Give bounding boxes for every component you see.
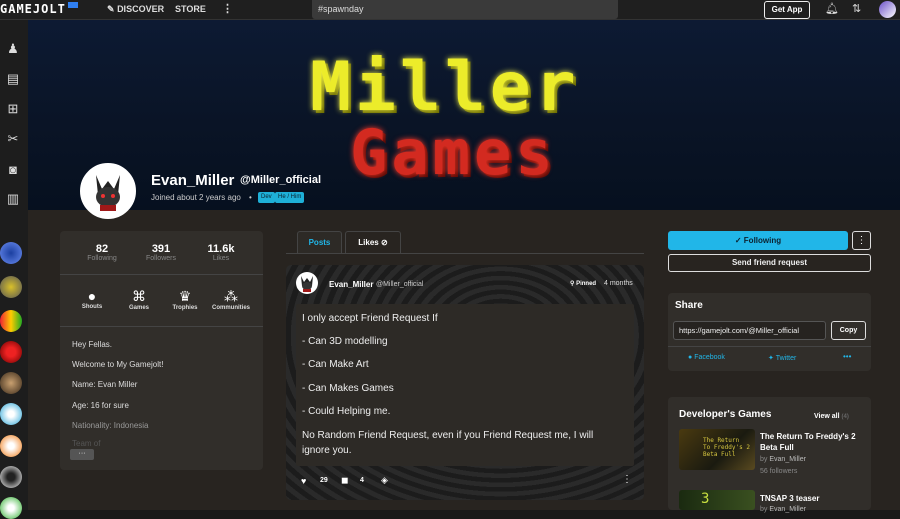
community-avatar[interactable] xyxy=(0,466,22,488)
post-line: - Can 3D modelling xyxy=(302,336,388,347)
profile-more-button[interactable]: ⋮ xyxy=(852,231,871,250)
pin-icon: ⚲ xyxy=(570,281,575,287)
joined-date: Joined about 2 years ago xyxy=(151,193,241,202)
bio-line: Name: Evan Miller xyxy=(72,380,138,389)
divider xyxy=(60,274,263,275)
profile-info-card xyxy=(60,231,263,470)
post-line: - Can Makes Games xyxy=(302,383,394,394)
stat-likes[interactable]: 11.6k Likes xyxy=(195,243,247,262)
trophy-icon: ♛ xyxy=(178,288,192,304)
profile-handle: @Miller_official xyxy=(240,174,322,186)
get-app-button[interactable]: Get App xyxy=(764,1,810,19)
gamejolt-logo[interactable]: GAMEJOLT xyxy=(0,2,78,16)
user-icon[interactable]: ♟ xyxy=(2,38,24,60)
bell-icon[interactable]: 🔔︎ xyxy=(825,2,839,15)
post-line: - Could Helping me. xyxy=(302,406,391,417)
tab-posts[interactable]: Posts xyxy=(297,231,342,253)
tab-likes[interactable]: Likes ⊘ xyxy=(345,231,401,253)
discover-icon: ✎ xyxy=(107,4,115,14)
share-more-icon[interactable]: ••• xyxy=(843,352,851,361)
twitter-share[interactable]: ✦ Twitter xyxy=(768,354,796,362)
post-line: - Can Make Art xyxy=(302,359,369,370)
user-avatar[interactable] xyxy=(879,1,896,18)
top-bar: GAMEJOLT ✎ DISCOVER STORE ⋮ #spawnday Ge… xyxy=(0,0,900,20)
facebook-icon: ● xyxy=(688,354,693,361)
post-line: No Random Friend Request, even if you Fr… xyxy=(302,430,594,441)
gift-icon[interactable]: ⊞ xyxy=(2,98,24,120)
share-title: Share xyxy=(675,300,703,311)
post-author[interactable]: Evan_Miller xyxy=(329,280,373,289)
sidebar: ♟ ▤ ⊞ ✂ ◙ ▥ xyxy=(0,20,28,519)
search-input[interactable]: #spawnday xyxy=(312,0,618,19)
community-avatar[interactable] xyxy=(0,403,22,425)
banner-title-games: Games xyxy=(350,116,557,189)
post-time: 4 months xyxy=(604,280,633,287)
post-author-avatar[interactable] xyxy=(296,272,318,294)
send-friend-request-button[interactable]: Send friend request xyxy=(668,254,871,272)
post-line: I only accept Friend Request If xyxy=(302,313,438,324)
chat-bubble-icon: ● xyxy=(87,288,97,304)
like-count: 29 xyxy=(320,477,328,484)
sticker-icon[interactable]: ◈ xyxy=(381,475,388,486)
bio-line: Welcome to My Gamejolt! xyxy=(72,360,164,369)
tools-icon[interactable]: ✂ xyxy=(2,128,24,150)
gamepad-icon: ⌘ xyxy=(132,288,146,304)
game-title[interactable]: TNSAP 3 teaser xyxy=(760,494,819,503)
share-url-input[interactable]: https://gamejolt.com/@Miller_official xyxy=(673,321,826,340)
pronoun-tag: He / Him xyxy=(275,192,305,203)
game-thumbnail[interactable]: The Return To Freddy's 2 Beta Full xyxy=(679,429,755,470)
community-avatar[interactable] xyxy=(0,497,22,519)
community-avatar[interactable] xyxy=(0,242,22,264)
community-avatar[interactable] xyxy=(0,435,22,457)
post-more-icon[interactable]: ⋮ xyxy=(622,474,632,485)
facebook-share[interactable]: ● Facebook xyxy=(688,354,725,361)
library-icon[interactable]: ▥ xyxy=(2,188,24,210)
shouts-link[interactable]: ● Shouts xyxy=(70,288,114,310)
community-avatar[interactable] xyxy=(0,341,22,363)
profile-avatar[interactable] xyxy=(80,163,136,219)
divider xyxy=(60,326,263,327)
community-avatar[interactable] xyxy=(0,276,22,298)
following-button[interactable]: ✓ Following xyxy=(668,231,848,250)
chat-icon[interactable]: ◙ xyxy=(2,158,24,180)
communities-icon: ⁂ xyxy=(224,288,238,304)
developer-games-title: Developer's Games xyxy=(679,409,772,420)
more-menu-icon[interactable]: ⋮ xyxy=(222,2,233,15)
community-avatar[interactable] xyxy=(0,372,22,394)
copy-button[interactable]: Copy xyxy=(831,321,866,340)
pinned-badge: ⚲ Pinned xyxy=(570,281,597,287)
profile-name: Evan_Miller xyxy=(151,172,235,189)
games-link[interactable]: ⌘ Games xyxy=(117,288,161,311)
activity-icon[interactable]: ⇅ xyxy=(852,2,861,15)
eye-off-icon: ⊘ xyxy=(381,238,388,247)
game-thumbnail[interactable]: 3 xyxy=(679,490,755,510)
expand-bio-button[interactable]: ··· xyxy=(70,449,94,460)
communities-link[interactable]: ⁂ Communities xyxy=(209,288,253,311)
comment-button[interactable]: ◼ xyxy=(341,475,348,486)
twitter-icon: ✦ xyxy=(768,355,774,362)
bio-line: Team of xyxy=(72,439,101,448)
store-icon[interactable]: ▤ xyxy=(2,68,24,90)
nav-discover[interactable]: ✎ DISCOVER xyxy=(107,4,164,15)
comment-count: 4 xyxy=(360,477,364,484)
like-button[interactable]: ♥ xyxy=(301,476,306,486)
nav-store[interactable]: STORE xyxy=(175,4,206,14)
bio-line: Age: 16 for sure xyxy=(72,401,129,410)
dev-tag: Dev xyxy=(258,192,275,203)
post-handle: @Miller_official xyxy=(376,281,424,288)
bio-line: Hey Fellas. xyxy=(72,340,113,349)
stat-following[interactable]: 82 Following xyxy=(76,243,128,262)
bio-line: Nationality: Indonesia xyxy=(72,421,149,430)
stat-followers[interactable]: 391 Followers xyxy=(135,243,187,262)
game-followers: 56 followers xyxy=(760,468,798,475)
community-avatar[interactable] xyxy=(0,310,22,332)
game-title[interactable]: The Return To Freddy's 2 Beta Full xyxy=(760,431,865,453)
post-line: ignore you. xyxy=(302,445,352,456)
game-author: by Evan_Miller xyxy=(760,456,806,463)
view-all-link[interactable]: View all (4) xyxy=(814,413,849,420)
trophies-link[interactable]: ♛ Trophies xyxy=(163,288,207,311)
